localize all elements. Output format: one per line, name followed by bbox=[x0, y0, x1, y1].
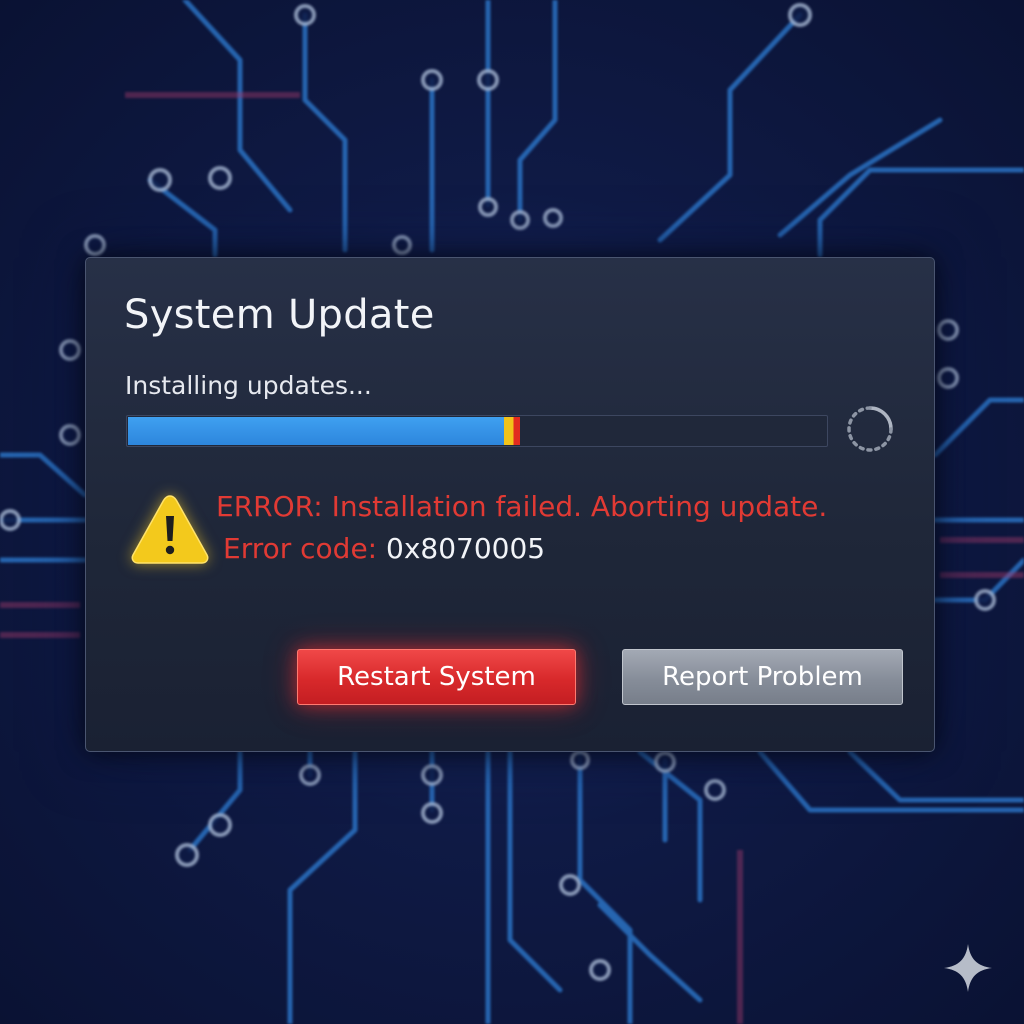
report-problem-button[interactable]: Report Problem bbox=[622, 649, 903, 705]
restart-system-button[interactable]: Restart System bbox=[297, 649, 576, 705]
progress-bar bbox=[126, 415, 828, 447]
error-code-line: Error code: 0x8070005 bbox=[223, 532, 545, 565]
dialog-title: System Update bbox=[124, 292, 435, 338]
progress-bar-fill bbox=[128, 417, 505, 445]
error-message: ERROR: Installation failed. Aborting upd… bbox=[216, 490, 828, 523]
update-dialog: System Update Installing updates... ERRO… bbox=[85, 257, 935, 752]
status-text: Installing updates... bbox=[125, 371, 372, 400]
sparkle-icon bbox=[944, 944, 992, 992]
error-code-label: Error code: bbox=[223, 532, 378, 565]
warning-triangle-icon bbox=[131, 495, 209, 564]
loading-spinner-icon bbox=[847, 406, 893, 452]
progress-error-marker bbox=[504, 417, 520, 445]
error-code-value: 0x8070005 bbox=[386, 532, 546, 565]
